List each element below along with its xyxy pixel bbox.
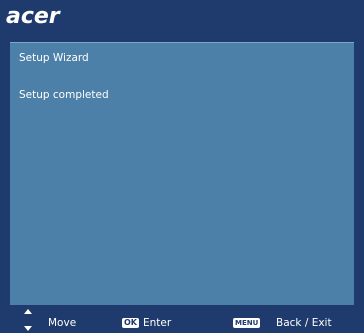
- setup-status-text: Setup completed: [19, 89, 109, 101]
- osd-window: acer Setup Wizard Setup completed Move O…: [0, 0, 364, 333]
- key-hint-bar: Move OK Enter MENU Back / Exit: [0, 308, 364, 333]
- ok-key-icon: OK: [122, 318, 139, 328]
- setup-wizard-panel: Setup Wizard Setup completed: [10, 42, 354, 305]
- arrow-down-icon: [24, 326, 32, 331]
- move-arrows: [24, 309, 34, 333]
- menu-key-icon: MENU: [233, 318, 261, 328]
- move-hint-label: Move: [48, 317, 77, 329]
- panel-title: Setup Wizard: [19, 52, 89, 64]
- arrow-up-icon: [24, 309, 32, 314]
- acer-logo: acer: [6, 4, 60, 29]
- back-exit-hint-label: Back / Exit: [276, 317, 332, 329]
- enter-hint-label: Enter: [143, 317, 172, 329]
